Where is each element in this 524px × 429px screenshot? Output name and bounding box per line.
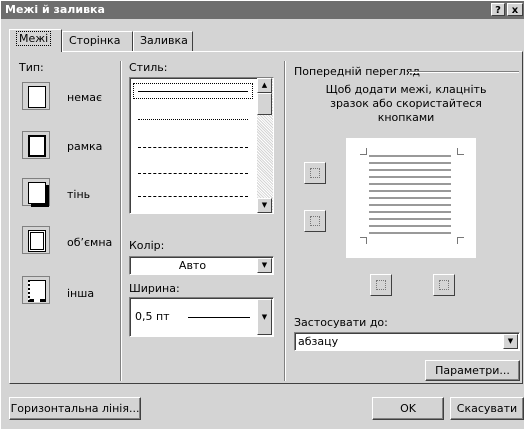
setting-3d-button[interactable]: [22, 226, 50, 254]
preview-text-line: [369, 176, 451, 178]
setting-box-button[interactable]: [22, 131, 50, 159]
tab-shading[interactable]: Заливка: [133, 31, 193, 51]
preview-rule: [409, 71, 519, 73]
horizontal-line-button[interactable]: Горизонтальна лінія...: [9, 397, 141, 420]
preview-text-line: [369, 190, 451, 192]
setting-shadow-label: тінь: [67, 188, 91, 201]
preview-text-line: [369, 204, 451, 206]
corner-mark-icon: [457, 148, 464, 155]
separator-left: [120, 61, 122, 381]
separator-right: [284, 61, 286, 381]
setting-box-icon: [28, 135, 46, 157]
scroll-thumb[interactable]: [257, 93, 272, 115]
color-select[interactable]: Авто ▼: [129, 256, 274, 275]
setting-custom-icon: [28, 280, 46, 302]
right-border-button[interactable]: [433, 274, 455, 296]
corner-mark-icon: [457, 237, 464, 244]
cancel-button[interactable]: Скасувати: [450, 397, 524, 420]
preview-text-line: [369, 169, 451, 171]
setting-3d-icon: [28, 230, 46, 252]
help-button[interactable]: ?: [491, 3, 505, 16]
chevron-down-icon[interactable]: ▼: [257, 258, 272, 273]
style-long-dash-line[interactable]: [138, 173, 248, 174]
setting-custom-button[interactable]: [22, 276, 50, 304]
dialog-title: Межі й заливка: [5, 3, 105, 16]
top-border-button[interactable]: [304, 162, 326, 184]
style-dotted-line[interactable]: [138, 119, 248, 120]
ok-button[interactable]: OK: [372, 397, 444, 420]
preview-text-line: [369, 162, 451, 164]
setting-3d-label: об’ємна: [67, 236, 113, 249]
tab-borders[interactable]: Межі: [9, 29, 62, 52]
setting-none-label: немає: [67, 91, 103, 104]
preview-text-line: [369, 211, 451, 213]
tab-page-border[interactable]: Сторінка: [62, 31, 133, 51]
corner-mark-icon: [360, 237, 367, 244]
borders-shading-dialog: Межі й заливка ? x Межі Сторінка Заливка…: [0, 0, 524, 429]
style-scrollbar[interactable]: ▲ ▼: [257, 78, 273, 213]
setting-none-icon: [28, 86, 46, 108]
setting-shadow-button[interactable]: [22, 178, 50, 206]
width-label: Ширина:: [129, 282, 180, 295]
style-solid-line[interactable]: [138, 91, 248, 92]
preview-text-line: [369, 183, 451, 185]
preview-text-line: [369, 225, 451, 227]
width-sample-line: [188, 317, 250, 318]
apply-to-select[interactable]: абзацу ▼: [294, 332, 520, 351]
inside-horizontal-border-button[interactable]: [304, 210, 326, 232]
preview-text-line: [369, 232, 451, 234]
preview-text-line: [369, 155, 451, 157]
setting-custom-label: інша: [67, 287, 95, 300]
style-label: Стиль:: [129, 61, 168, 74]
title-bar: Межі й заливка ? x: [1, 1, 524, 19]
chevron-down-icon[interactable]: ▼: [257, 299, 272, 335]
scroll-up-button[interactable]: ▲: [257, 78, 272, 93]
setting-shadow-icon: [28, 182, 46, 204]
preview-label: Попередній перегляд: [294, 65, 420, 78]
setting-none-button[interactable]: [22, 82, 50, 110]
chevron-down-icon[interactable]: ▼: [503, 334, 518, 349]
setting-box-label: рамка: [67, 140, 103, 153]
width-value: 0,5 пт: [135, 310, 170, 323]
preview-text-line: [369, 218, 451, 220]
preview-page[interactable]: [346, 138, 476, 258]
scroll-down-button[interactable]: ▼: [257, 198, 272, 213]
options-button[interactable]: Параметри...: [425, 360, 520, 381]
left-border-button[interactable]: [370, 274, 392, 296]
close-button[interactable]: x: [507, 3, 523, 16]
style-dashed-line[interactable]: [138, 147, 248, 148]
preview-hint: Щоб додати межі, клацніть зразок або ско…: [325, 83, 487, 124]
color-label: Колір:: [129, 239, 165, 252]
type-label: Тип:: [19, 61, 44, 74]
corner-mark-icon: [360, 148, 367, 155]
color-value: Авто: [178, 259, 207, 272]
style-dash-dot-line[interactable]: [138, 196, 248, 197]
apply-to-value: абзацу: [298, 335, 339, 348]
apply-to-label: Застосувати до:: [294, 316, 388, 329]
preview-text-line: [369, 197, 451, 199]
width-select[interactable]: 0,5 пт ▼: [129, 297, 274, 337]
style-list[interactable]: ▲ ▼: [129, 77, 274, 214]
